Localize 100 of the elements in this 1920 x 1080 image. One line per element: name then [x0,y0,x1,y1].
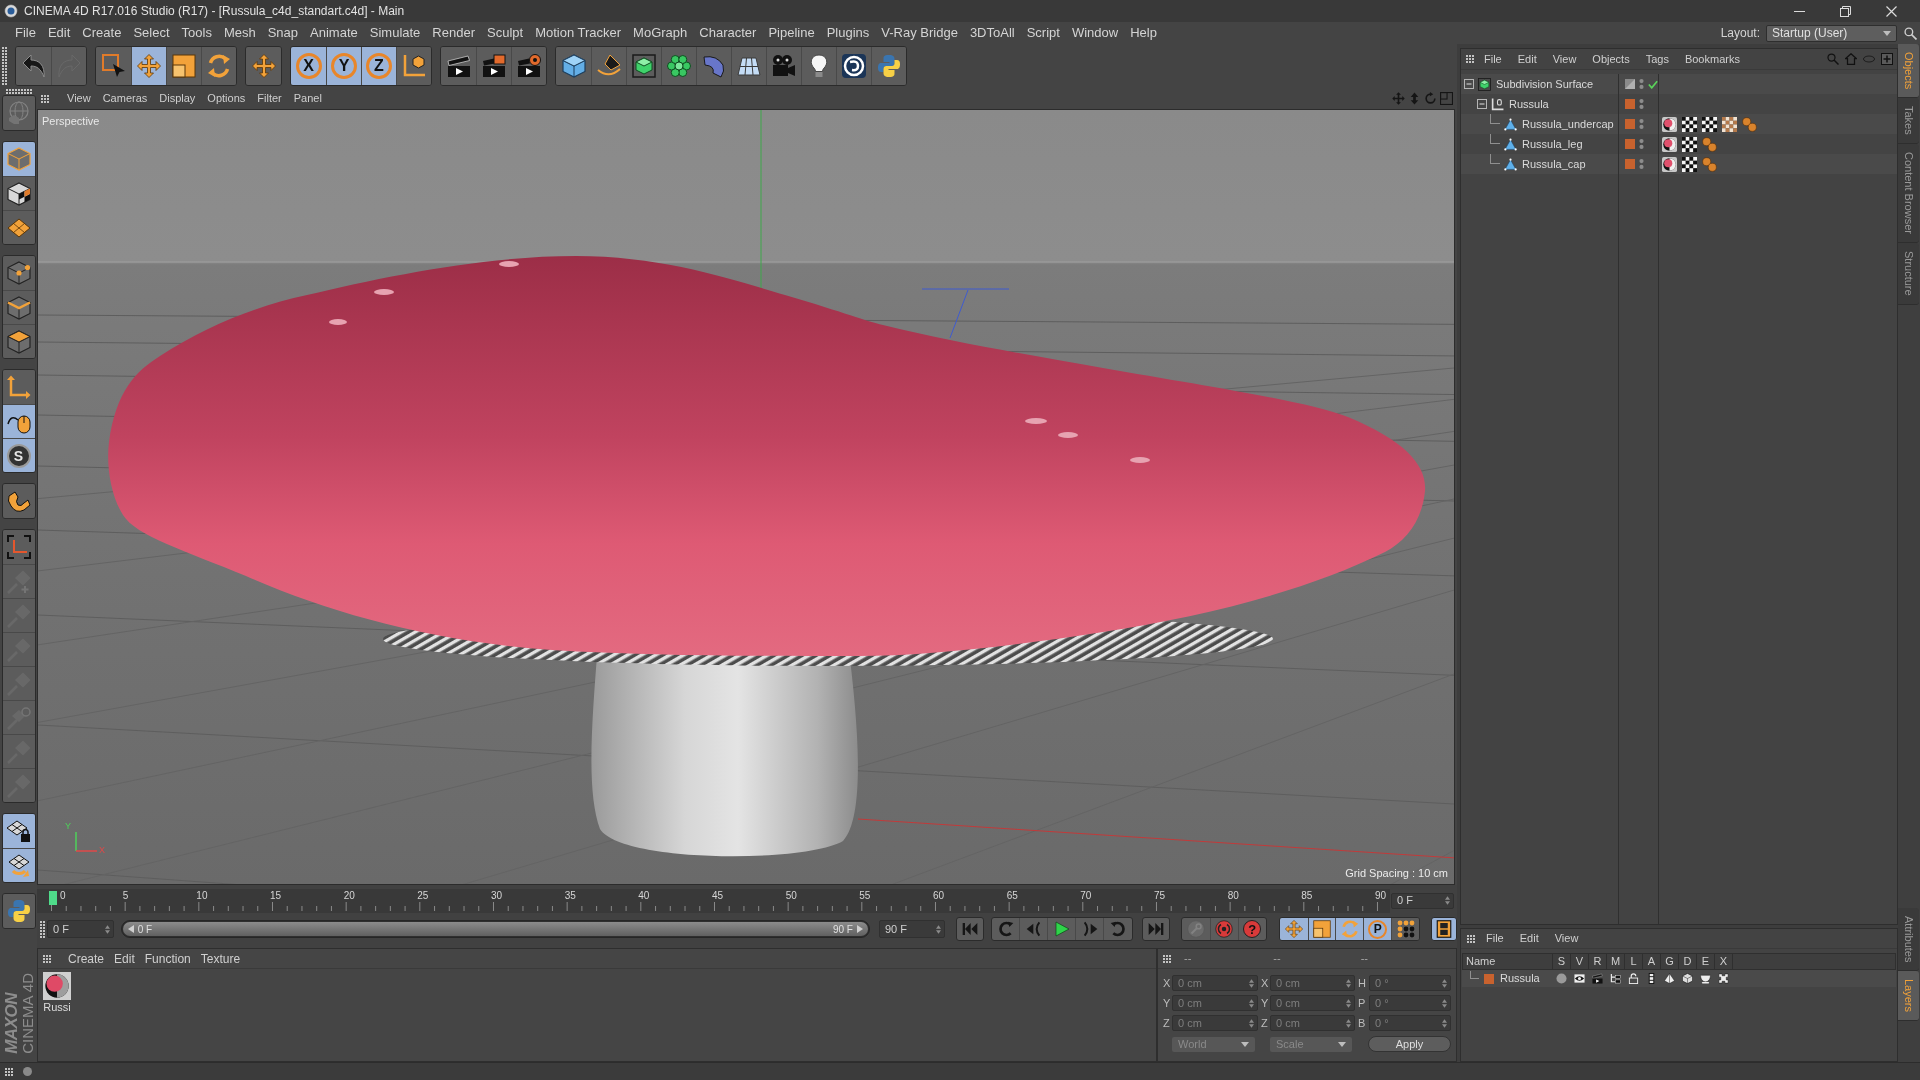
object-name[interactable]: Russula_leg [1522,138,1583,150]
manager-menu-item[interactable]: Tags [1645,53,1669,65]
visibility-dots-icon[interactable] [1639,138,1644,150]
scale-key-button[interactable] [1307,918,1336,940]
playhead-marker[interactable] [49,890,57,905]
viewport-menu-item[interactable]: Filter [257,93,282,104]
polygons-mode-button[interactable] [2,324,35,358]
object-name[interactable]: Russula [1509,98,1549,110]
menu-item[interactable]: Script [1020,22,1066,44]
menu-item[interactable]: Simulate [363,22,427,44]
viewport-menu-item[interactable]: View [67,93,91,104]
collapse-toggle-icon[interactable] [1464,79,1474,89]
menu-item[interactable]: MoGraph [627,22,694,44]
material-menu-item[interactable]: Function [144,952,191,965]
timeline-ruler[interactable]: 0 5 10 15 20 25 30 35 40 45 50 55 60 65 70 75 80 85 90 [37,888,1390,913]
side-tab[interactable]: Structure [1898,243,1919,305]
object-name[interactable]: Russula_cap [1522,158,1586,170]
material-menu-item[interactable]: Create [68,952,105,965]
layout-dropdown[interactable]: Startup (User) [1766,24,1897,42]
tweak-mode-button[interactable] [2,404,35,438]
column-header[interactable]: R [1589,954,1607,969]
python-button[interactable] [2,894,35,928]
visibility-dots-icon[interactable] [1639,118,1644,130]
grid-lock-button[interactable] [2,814,35,848]
layer-swatch-icon[interactable] [1625,119,1635,129]
side-tab[interactable]: Content Browser [1898,144,1919,243]
viewport-menu-item[interactable]: Display [159,93,196,104]
menu-item[interactable]: Pipeline [762,22,821,44]
column-header[interactable]: M [1607,954,1625,969]
column-header[interactable]: Name [1463,954,1553,969]
manager-menu-item[interactable]: File [1484,53,1502,65]
manager-menu-item[interactable]: View [1554,933,1579,944]
go-to-start-button[interactable] [955,917,984,941]
parameter-key-button[interactable]: P [1363,918,1392,940]
menu-item[interactable]: Motion Tracker [529,22,628,44]
manager-menu-item[interactable]: Edit [1519,933,1539,944]
snap-button[interactable] [2,484,35,518]
layer-swatch-icon[interactable] [1625,159,1635,169]
visibility-dots-icon[interactable] [1639,78,1644,90]
viewport-menu-item[interactable]: Cameras [102,93,148,104]
column-header[interactable]: S [1553,954,1571,969]
move-key-button[interactable] [1279,918,1308,940]
start-frame-field[interactable]: 0 F [47,920,114,938]
column-header[interactable]: X [1715,954,1733,969]
python-button[interactable] [871,47,906,85]
menu-item[interactable]: Snap [261,22,305,44]
object-name[interactable]: Russula_undercap [1522,118,1614,130]
menu-item[interactable]: 3DToAll [963,22,1021,44]
menu-item[interactable]: Window [1065,22,1125,44]
collapse-toggle-icon[interactable] [1477,99,1487,109]
menu-item[interactable]: Mesh [217,22,262,44]
visibility-dots-icon[interactable] [1639,98,1644,110]
coordinate-system-button[interactable] [396,47,431,85]
menu-item[interactable]: Character [693,22,763,44]
side-tab[interactable]: Objects [1898,44,1919,99]
workplane-mode-button[interactable] [2,210,35,244]
viewport-menu-item[interactable]: Panel [293,93,322,104]
manager-menu-item[interactable]: View [1552,53,1577,65]
timeline-button[interactable] [1431,917,1457,941]
menu-item[interactable]: Edit [41,22,77,44]
menu-item[interactable]: File [9,22,42,44]
end-frame-field[interactable]: 90 F [878,920,945,938]
render-settings-button[interactable] [511,47,546,85]
layer-swatch-icon[interactable] [1484,973,1494,984]
layer-swatch-icon[interactable] [1625,139,1635,149]
material-item[interactable]: Russi [42,972,72,1014]
menu-item[interactable]: Help [1124,22,1163,44]
column-header[interactable]: V [1571,954,1589,969]
x-axis-button[interactable]: X [291,47,326,85]
y-axis-button[interactable]: Y [326,47,361,85]
column-header[interactable]: L [1625,954,1643,969]
menu-item[interactable]: Create [76,22,128,44]
manager-menu-item[interactable]: Edit [1517,53,1537,65]
grid-rotate-button[interactable] [2,848,35,882]
manager-menu-item[interactable]: Objects [1592,53,1630,65]
side-tab[interactable]: Attributes [1898,907,1919,971]
layer-name[interactable]: Russula [1500,973,1540,984]
move-tool-button[interactable] [246,47,281,85]
menu-item[interactable]: V-Ray Bridge [875,22,964,44]
column-header[interactable]: G [1661,954,1679,969]
menu-item[interactable]: Select [127,22,176,44]
column-header[interactable]: A [1643,954,1661,969]
menu-item[interactable]: Tools [175,22,218,44]
solo-button[interactable]: S [2,438,35,472]
manager-menu-item[interactable]: Bookmarks [1684,53,1740,65]
viewport-menu-item[interactable]: Options [207,93,246,104]
point-level-button[interactable] [1391,918,1420,940]
checkmark-icon[interactable] [1648,79,1658,89]
menu-item[interactable]: Render [426,22,481,44]
menu-item[interactable]: Plugins [820,22,876,44]
current-frame-field[interactable]: 0 F [1391,892,1454,909]
menu-item[interactable]: Sculpt [481,22,530,44]
z-axis-button[interactable]: Z [361,47,396,85]
column-header[interactable]: D [1679,954,1697,969]
frame-range-fill[interactable]: 0 F 90 F [122,922,868,936]
menu-item[interactable]: Animate [304,22,364,44]
move-tool-button[interactable] [131,47,166,85]
visibility-dots-icon[interactable] [1639,158,1644,170]
rotate-key-button[interactable] [1335,918,1364,940]
model-mode-button[interactable] [2,142,35,176]
